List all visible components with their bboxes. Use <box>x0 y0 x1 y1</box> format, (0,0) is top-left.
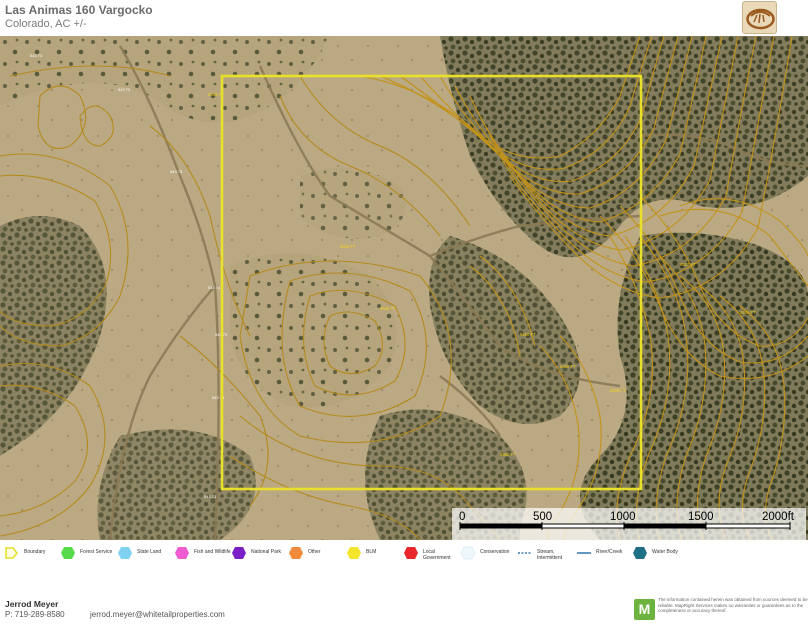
legend-item: BLM <box>346 545 376 561</box>
footer: Jerrod Meyer P: 719-289-8580 jerrod.meye… <box>0 567 808 624</box>
road-label: 543 73 <box>170 169 183 174</box>
header: Las Animas 160 Vargocko Colorado, AC +/- <box>0 0 808 36</box>
agent-phone[interactable]: P: 719-289-8580 <box>5 610 65 619</box>
legend-item: Conservation <box>460 545 509 561</box>
legend-label: Other <box>308 549 321 555</box>
conservation-icon <box>460 546 476 560</box>
legend-item: State Land <box>117 545 161 561</box>
legend-label: Boundary <box>24 549 46 555</box>
local-government-icon <box>404 547 418 559</box>
national-park-icon <box>232 547 246 559</box>
legend-item: National Park <box>231 545 281 561</box>
legend-item: Stream, Intermittent <box>517 545 575 561</box>
stream-intermittent-icon <box>518 552 532 554</box>
road-label: 543 73 <box>118 87 131 92</box>
contour-label: 6480 FT <box>560 364 576 369</box>
contour-label: 6560 FT <box>500 452 516 457</box>
water-body-icon <box>633 547 647 559</box>
state-land-icon <box>118 547 132 559</box>
legend-label: Fish and Wildlife <box>194 549 231 555</box>
map-canvas[interactable]: 6400 FT 6420 FT 6440 FT 6460 FT 6480 FT … <box>0 36 808 540</box>
boundary-icon <box>5 547 19 559</box>
legend-label: Conservation <box>480 549 510 555</box>
legend-label: Water Body <box>652 549 678 555</box>
road-label: 543 73 <box>208 285 221 290</box>
contour-label: 6440 FT <box>380 306 396 311</box>
scale-bar: 0 500 1000 1500 2000ft <box>452 508 806 540</box>
legend-label: River/Creek <box>596 549 623 555</box>
legend-label: Local Government <box>423 549 451 561</box>
legend-label: National Park <box>251 549 282 555</box>
blm-icon <box>347 547 361 559</box>
map-subtitle: Colorado, AC +/- <box>5 18 87 30</box>
legend-label: Stream, Intermittent <box>537 549 563 561</box>
legend-label: State Land <box>137 549 162 555</box>
scale-bar-graphic <box>459 522 791 530</box>
map-legend: Boundary Forest Service State Land Fish … <box>0 541 808 567</box>
road-label: 543 73 <box>30 53 43 58</box>
road-label: 543 73 <box>204 494 217 499</box>
legend-item: Water Body <box>632 545 678 561</box>
contour-label: 6540 FT <box>740 310 756 315</box>
legend-item: River/Creek <box>576 545 622 561</box>
legend-label: Forest Service <box>80 549 113 555</box>
fish-wildlife-icon <box>175 547 189 559</box>
legend-item: Fish and Wildlife <box>174 545 231 561</box>
disclaimer-text: The information contained herein was obt… <box>658 597 808 614</box>
legend-item: Boundary <box>4 545 45 561</box>
legend-item: Forest Service <box>60 545 112 561</box>
other-icon <box>289 547 303 559</box>
map-title: Las Animas 160 Vargocko <box>5 3 153 17</box>
mapright-logo: M <box>634 599 655 620</box>
river-creek-icon <box>577 552 591 554</box>
agent-email[interactable]: jerrod.meyer@whitetailproperties.com <box>90 610 225 619</box>
forest-service-icon <box>61 547 75 559</box>
legend-label: BLM <box>366 549 377 555</box>
legend-item: Local Government <box>403 545 461 561</box>
brand-logo <box>742 1 777 34</box>
contour-label: 6460 FT <box>520 332 536 337</box>
legend-item: Other <box>288 545 321 561</box>
contour-label: 6420 FT <box>340 244 356 249</box>
satellite-map[interactable]: 6400 FT 6420 FT 6440 FT 6460 FT 6480 FT … <box>0 36 808 540</box>
agent-name: Jerrod Meyer <box>5 599 59 609</box>
contour-label: 6520 FT <box>680 262 696 267</box>
contour-label: 6500 FT <box>610 388 626 393</box>
